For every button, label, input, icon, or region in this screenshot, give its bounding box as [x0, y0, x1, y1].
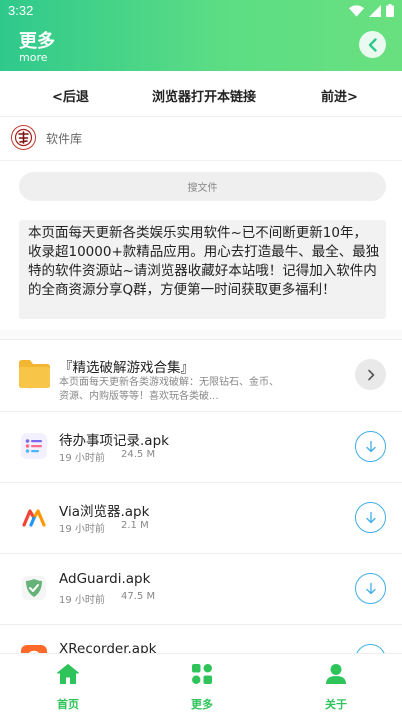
file-size: 24.5 M: [121, 449, 156, 460]
header-bar: 3:32 更多 more: [0, 0, 402, 71]
download-button[interactable]: [355, 502, 386, 533]
site-name: 软件库: [46, 132, 83, 146]
user-icon: [326, 664, 346, 684]
file-time: 19 小时前: [59, 595, 105, 606]
wifi-icon: [349, 4, 364, 17]
grid-icon: [192, 664, 212, 684]
todo-list-icon: [20, 432, 48, 460]
search-placeholder: 搜文件: [187, 183, 218, 194]
download-button[interactable]: [355, 573, 386, 604]
bottom-nav: 首页 更多 关于: [0, 653, 402, 715]
site-logo-icon: [11, 125, 36, 150]
section-divider: [0, 330, 402, 340]
notice-text: 本页面每天更新各类娱乐实用软件~已不间断更新10年，收录超10000+款精品应用…: [28, 225, 380, 298]
search-input[interactable]: 搜文件: [19, 172, 386, 201]
folder-icon: [19, 360, 50, 388]
nav-forward-link[interactable]: 前进>: [321, 86, 358, 105]
download-icon: [365, 582, 376, 594]
file-size: 47.5 M: [121, 591, 156, 602]
file-name: Via浏览器.apk: [59, 504, 150, 520]
file-name: 待办事项记录.apk: [59, 433, 169, 449]
battery-icon: [386, 4, 394, 17]
file-time: 19 小时前: [59, 453, 105, 464]
download-icon: [365, 511, 376, 523]
open-folder-button[interactable]: [355, 359, 386, 390]
download-button[interactable]: [355, 431, 386, 462]
tab-home-label: 首页: [57, 698, 79, 711]
tab-more[interactable]: 更多: [172, 662, 232, 712]
file-item[interactable]: AdGuardi.apk 19 小时前 47.5 M: [0, 554, 402, 625]
status-bar: 3:32: [0, 0, 402, 22]
status-icons: [349, 4, 394, 17]
file-time: 19 小时前: [59, 524, 105, 535]
tab-more-label: 更多: [191, 698, 213, 711]
file-item[interactable]: Via浏览器.apk 19 小时前 2.1 M: [0, 483, 402, 554]
back-button[interactable]: [359, 31, 386, 58]
via-browser-icon: [20, 503, 48, 531]
tab-home[interactable]: 首页: [38, 662, 98, 712]
page-title: 更多: [19, 31, 55, 52]
signal-icon: [369, 4, 381, 17]
file-size: 2.1 M: [121, 520, 149, 531]
adguard-shield-icon: [20, 574, 48, 602]
open-in-browser-link[interactable]: 浏览器打开本链接: [152, 86, 256, 105]
chevron-right-icon: [367, 369, 374, 380]
folder-description: 本页面每天更新各类游戏破解：无限钻石、金币、资源、内购版等等！喜欢玩各类破...: [59, 377, 279, 402]
folder-item[interactable]: 『精选破解游戏合集』 本页面每天更新各类游戏破解：无限钻石、金币、资源、内购版等…: [0, 341, 402, 412]
browser-nav-row: <后退 浏览器打开本链接 前进>: [0, 71, 402, 117]
tab-about-label: 关于: [325, 698, 347, 711]
chevron-left-icon: [368, 37, 377, 52]
folder-title: 『精选破解游戏合集』: [59, 360, 194, 376]
download-icon: [365, 440, 376, 452]
home-icon: [57, 664, 79, 684]
notice-box: 本页面每天更新各类娱乐实用软件~已不间断更新10年，收录超10000+款精品应用…: [19, 220, 386, 319]
file-name: AdGuardi.apk: [59, 571, 151, 587]
file-item[interactable]: 待办事项记录.apk 19 小时前 24.5 M: [0, 412, 402, 483]
status-time: 3:32: [8, 3, 34, 18]
nav-back-link[interactable]: <后退: [52, 86, 89, 105]
site-row[interactable]: 软件库: [0, 117, 402, 161]
tab-about[interactable]: 关于: [306, 662, 366, 712]
page-subtitle: more: [19, 51, 48, 64]
